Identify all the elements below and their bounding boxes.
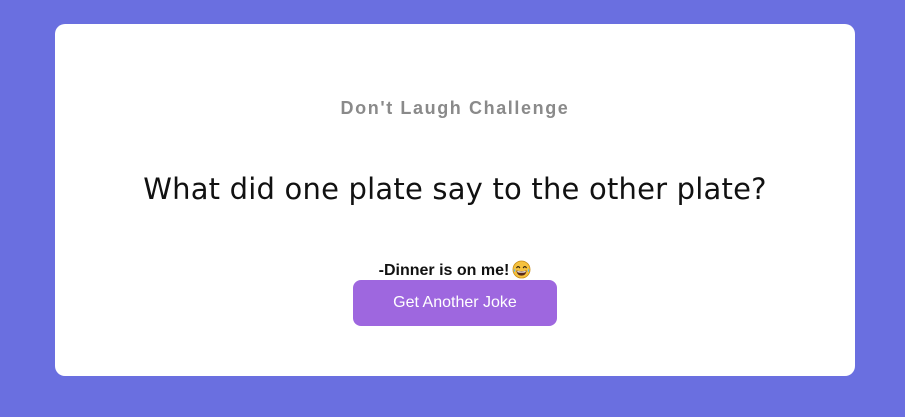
app-heading: Don't Laugh Challenge — [340, 98, 570, 118]
joke-punchline: -Dinner is on me! — [378, 262, 510, 279]
joke-punchline-line: -Dinner is on me! — [55, 260, 855, 280]
laughing-tears-emoji-icon — [512, 260, 531, 279]
get-another-joke-button[interactable]: Get Another Joke — [353, 280, 557, 326]
joke-setup: What did one plate say to the other plat… — [143, 172, 767, 206]
